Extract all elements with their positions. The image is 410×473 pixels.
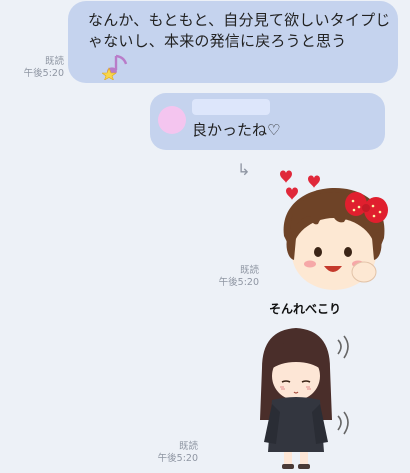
- timestamp-3: 午後5:20: [157, 453, 198, 464]
- read-receipt-3: 既読 午後5:20: [144, 441, 198, 465]
- reply-bubble[interactable]: 良かったね♡: [150, 93, 385, 150]
- read-label-1: 既読: [44, 56, 64, 67]
- timestamp-1: 午後5:20: [23, 68, 64, 79]
- avatar: [158, 106, 186, 134]
- girl-with-strawberry-bow-hearts-sticker[interactable]: [270, 166, 400, 296]
- heart-icon: [308, 175, 320, 188]
- reply-sender-name-redacted: [192, 99, 270, 115]
- reply-text: 良かったね♡: [192, 121, 281, 139]
- girl-sweater-bowing-sticker[interactable]: そんれべこり: [240, 300, 370, 472]
- bowing-girl-illustration: [260, 328, 349, 469]
- read-receipt-2: 既読 午後5:20: [205, 265, 259, 289]
- message-text-1: なんか、もともと、自分見て欲しいタイプじゃないし、本来の発信に戻ろうと思う: [88, 11, 391, 50]
- heart-icon: [280, 170, 292, 183]
- heart-icon: [286, 187, 298, 200]
- timestamp-2: 午後5:20: [218, 277, 259, 288]
- read-label-3: 既読: [178, 441, 198, 452]
- read-label-2: 既読: [239, 265, 259, 276]
- message-bubble-1[interactable]: なんか、もともと、自分見て欲しいタイプじゃないし、本来の発信に戻ろうと思う: [68, 1, 398, 83]
- read-receipt-1: 既読 午後5:20: [14, 56, 64, 80]
- reply-arrow-icon: ↳: [237, 160, 251, 179]
- sticker-caption: そんれべこり: [268, 302, 341, 316]
- music-note-star-emoji-icon: [102, 54, 128, 80]
